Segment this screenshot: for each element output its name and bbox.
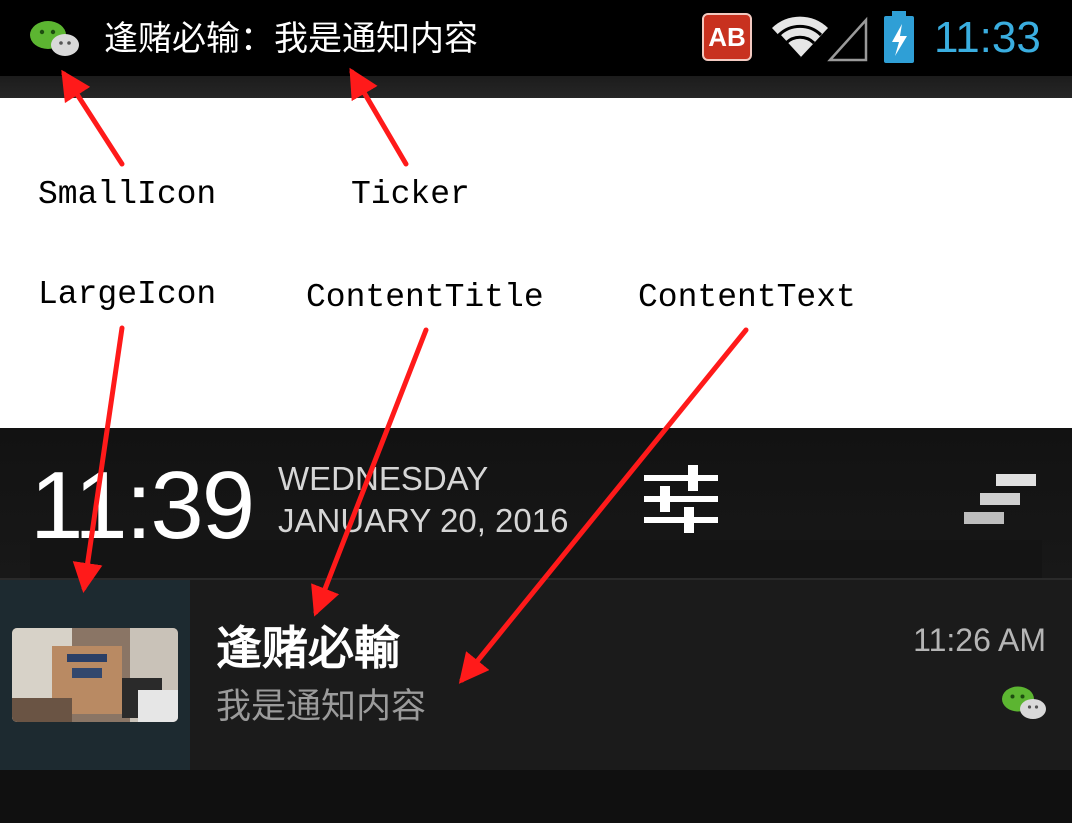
label-content-title: ContentTitle [306,279,544,316]
status-bar: 逢赌必输：我是通知内容 AB 11:33 [0,0,1072,76]
settings-sliders-icon[interactable] [642,462,720,536]
label-ticker: Ticker [351,176,470,213]
shade-clock: 11:39 [30,452,255,559]
shade-day: WEDNESDAY [278,460,489,497]
notification-item[interactable]: 逢赌必輸 我是通知内容 11:26 AM [0,578,1072,770]
notification-content-title: 逢赌必輸 [216,621,400,675]
clear-all-icon[interactable] [962,472,1040,528]
signal-strength-icon [827,16,868,62]
battery-charging-icon [884,11,914,63]
status-bar-shadow [0,76,1072,98]
large-icon-image [12,628,178,722]
label-large-icon: LargeIcon [38,276,217,313]
wechat-icon [30,21,79,56]
notification-time: 11:26 AM [913,622,1046,658]
label-small-icon: SmallIcon [38,176,217,213]
shade-header: 11:39 WEDNESDAY JANUARY 20, 2016 [0,428,1072,578]
label-content-text: ContentText [638,279,856,316]
shade-date: JANUARY 20, 2016 [278,502,569,539]
notification-content-text: 我是通知内容 [216,687,427,727]
large-icon-container [0,580,190,770]
wifi-icon [772,16,828,60]
notification-shade: 11:39 WEDNESDAY JANUARY 20, 2016 逢赌必輸 我是… [0,428,1072,823]
adblock-badge-icon: AB [702,13,752,61]
status-time: 11:33 [934,13,1041,62]
wechat-icon [1002,686,1046,719]
ticker-text: 逢赌必输：我是通知内容 [104,19,478,59]
shade-bottom [0,770,1072,823]
